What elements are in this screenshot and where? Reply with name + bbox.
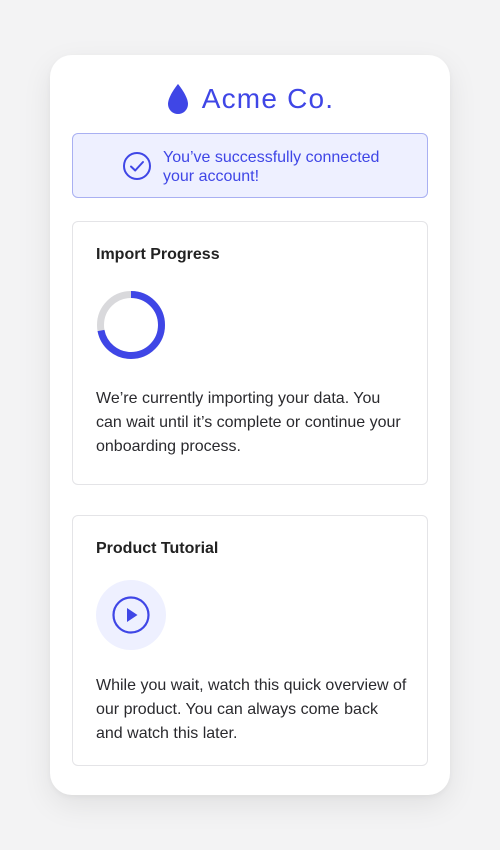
- onboarding-card: Acme Co. You’ve successfully connected y…: [50, 55, 450, 795]
- product-tutorial-panel: Product Tutorial While you wait, watch t…: [72, 515, 428, 766]
- progress-ring: [97, 291, 165, 359]
- play-circle-icon: [112, 596, 150, 634]
- product-tutorial-description: While you wait, watch this quick overvie…: [96, 677, 407, 742]
- check-circle-icon: [123, 152, 151, 180]
- success-alert: You’ve successfully connected your accou…: [72, 133, 428, 198]
- brand-name: Acme Co.: [201, 83, 335, 114]
- success-message: You’ve successfully connected your accou…: [163, 149, 380, 185]
- import-progress-panel: Import Progress We’re currently importin…: [72, 221, 428, 485]
- import-progress-description: We’re currently importing your data. You…: [96, 390, 401, 455]
- play-video-button[interactable]: [96, 580, 166, 650]
- brand-header: Acme Co.: [50, 81, 450, 117]
- product-tutorial-title: Product Tutorial: [96, 540, 219, 557]
- water-drop-icon: [167, 84, 188, 114]
- import-progress-title: Import Progress: [96, 246, 220, 263]
